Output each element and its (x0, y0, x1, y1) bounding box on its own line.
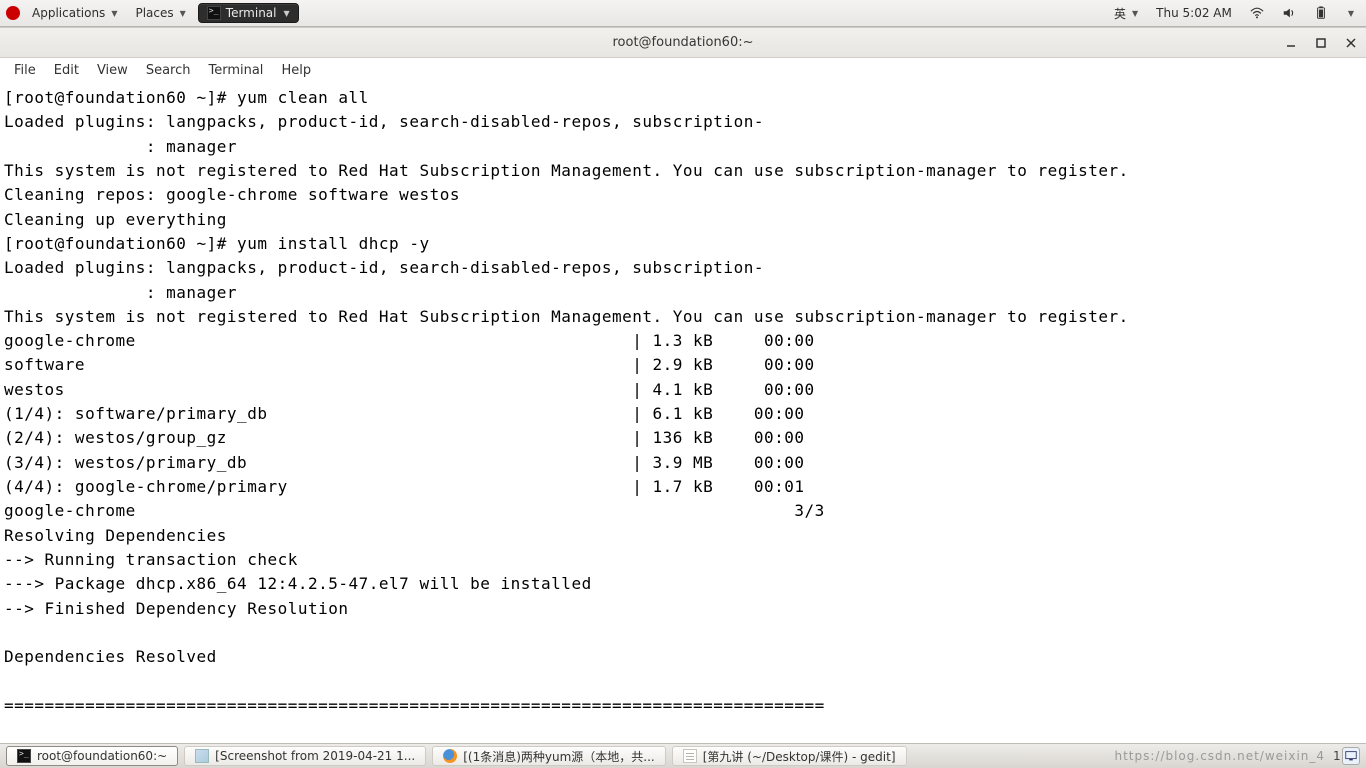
top-panel: Applications ▼ Places ▼ Terminal ▼ 英 ▼ T… (0, 0, 1366, 27)
terminal-icon (17, 749, 31, 763)
close-button[interactable] (1344, 36, 1358, 50)
input-method-label: 英 (1114, 5, 1126, 22)
terminal-window: root@foundation60:~ File Edit View Searc… (0, 27, 1366, 743)
network-indicator[interactable] (1244, 4, 1270, 22)
power-menu[interactable]: ▼ (1340, 7, 1360, 20)
task-image-label: [Screenshot from 2019-04-21 1... (215, 749, 415, 763)
minimize-button[interactable] (1284, 36, 1298, 50)
redhat-logo-icon (6, 6, 20, 20)
input-method-menu[interactable]: 英 ▼ (1108, 3, 1144, 24)
menu-terminal[interactable]: Terminal (200, 61, 271, 80)
menubar: File Edit View Search Terminal Help (0, 58, 1366, 83)
chevron-down-icon: ▼ (1348, 9, 1354, 18)
clock-label: Thu 5:02 AM (1156, 6, 1232, 20)
text-editor-icon (683, 749, 697, 763)
window-title: root@foundation60:~ (612, 35, 753, 50)
volume-icon (1282, 6, 1296, 20)
menu-file[interactable]: File (6, 61, 44, 80)
menu-help[interactable]: Help (273, 61, 319, 80)
panel-left: Applications ▼ Places ▼ Terminal ▼ (6, 3, 299, 23)
show-desktop-button[interactable] (1342, 747, 1360, 765)
menu-edit[interactable]: Edit (46, 61, 87, 80)
task-image-viewer[interactable]: [Screenshot from 2019-04-21 1... (184, 746, 426, 766)
taskbar-right: https://blog.csdn.net/weixin_4 1 / 4 (1114, 749, 1360, 763)
applications-menu[interactable]: Applications ▼ (26, 4, 123, 22)
task-gedit-label: [第九讲 (~/Desktop/课件) - gedit] (703, 748, 896, 765)
task-gedit[interactable]: [第九讲 (~/Desktop/课件) - gedit] (672, 746, 907, 766)
chevron-down-icon: ▼ (180, 9, 186, 18)
active-app-button[interactable]: Terminal ▼ (198, 3, 299, 23)
firefox-icon (443, 749, 457, 763)
terminal-icon (207, 6, 221, 20)
volume-indicator[interactable] (1276, 4, 1302, 22)
window-controls (1284, 28, 1358, 57)
menu-search[interactable]: Search (138, 61, 199, 80)
chevron-down-icon: ▼ (1132, 9, 1138, 18)
panel-right: 英 ▼ Thu 5:02 AM ▼ (1108, 3, 1360, 24)
chevron-down-icon: ▼ (284, 9, 290, 18)
desktop-icon (1344, 749, 1358, 763)
applications-menu-label: Applications (32, 6, 105, 20)
places-menu[interactable]: Places ▼ (129, 4, 191, 22)
taskbar: root@foundation60:~ [Screenshot from 201… (0, 743, 1366, 768)
battery-icon (1314, 6, 1328, 20)
image-icon (195, 749, 209, 763)
wifi-icon (1250, 6, 1264, 20)
watermark-text: https://blog.csdn.net/weixin_4 (1114, 749, 1325, 763)
terminal-output[interactable]: [root@foundation60 ~]# yum clean all Loa… (0, 83, 1366, 743)
maximize-button[interactable] (1314, 36, 1328, 50)
places-menu-label: Places (135, 6, 173, 20)
clock[interactable]: Thu 5:02 AM (1150, 4, 1238, 22)
chevron-down-icon: ▼ (111, 9, 117, 18)
task-terminal-label: root@foundation60:~ (37, 749, 167, 763)
window-titlebar[interactable]: root@foundation60:~ (0, 28, 1366, 58)
task-firefox-label: [(1条消息)两种yum源（本地，共... (463, 748, 655, 765)
task-terminal[interactable]: root@foundation60:~ (6, 746, 178, 766)
task-firefox[interactable]: [(1条消息)两种yum源（本地，共... (432, 746, 666, 766)
active-app-label: Terminal (226, 6, 277, 20)
menu-view[interactable]: View (89, 61, 136, 80)
battery-indicator[interactable] (1308, 4, 1334, 22)
